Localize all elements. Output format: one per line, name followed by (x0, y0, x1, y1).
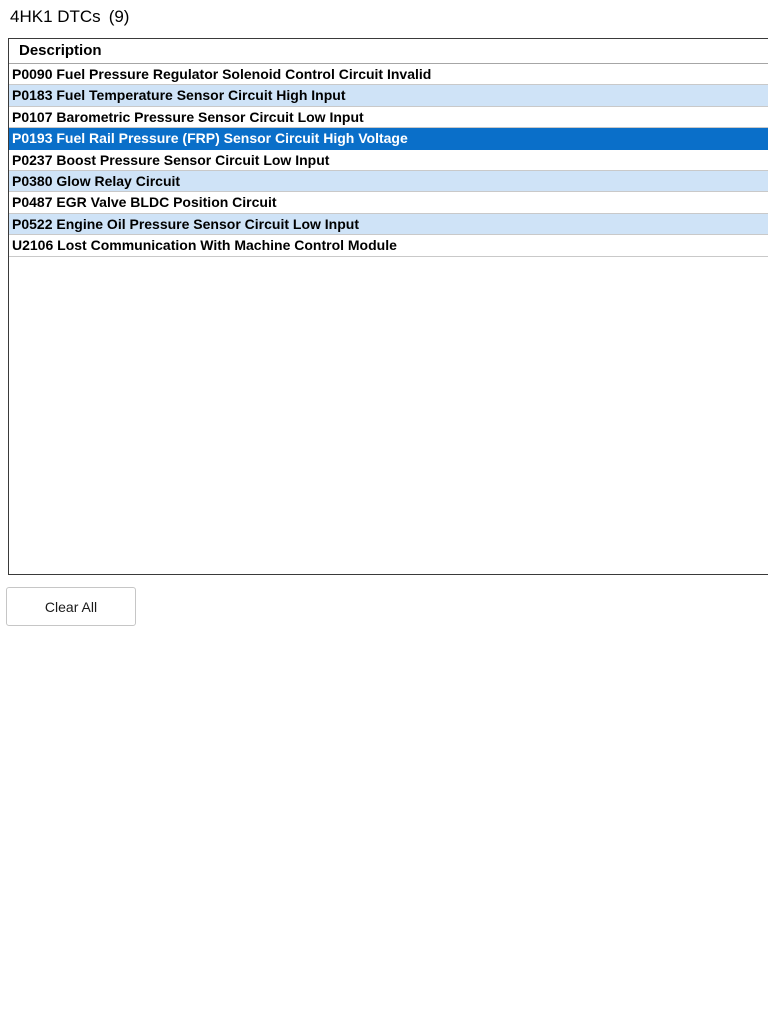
dtc-row[interactable]: U2106 Lost Communication With Machine Co… (9, 235, 768, 257)
dtc-count: (9) (108, 7, 130, 26)
dtc-row[interactable]: P0380 Glow Relay Circuit (9, 170, 768, 193)
dtc-page: 4HK1 DTCs (9) Description P0090 Fuel Pres… (0, 0, 768, 1024)
dtc-list-panel: Description P0090 Fuel Pressure Regulato… (8, 38, 768, 575)
page-title: 4HK1 DTCs (9) (10, 6, 129, 28)
column-header-description[interactable]: Description (9, 39, 768, 64)
clear-all-button[interactable]: Clear All (6, 587, 136, 626)
dtc-row[interactable]: P0237 Boost Pressure Sensor Circuit Low … (9, 150, 768, 171)
dtc-row[interactable]: P0107 Barometric Pressure Sensor Circuit… (9, 107, 768, 129)
dtc-row[interactable]: P0487 EGR Valve BLDC Position Circuit (9, 192, 768, 214)
dtc-row[interactable]: P0193 Fuel Rail Pressure (FRP) Sensor Ci… (9, 128, 768, 150)
dtc-row[interactable]: P0090 Fuel Pressure Regulator Solenoid C… (9, 64, 768, 86)
dtc-row[interactable]: P0522 Engine Oil Pressure Sensor Circuit… (9, 213, 768, 236)
dtc-row[interactable]: P0183 Fuel Temperature Sensor Circuit Hi… (9, 85, 768, 107)
dtc-list: P0090 Fuel Pressure Regulator Solenoid C… (9, 64, 768, 257)
page-title-text: 4HK1 DTCs (10, 7, 101, 26)
